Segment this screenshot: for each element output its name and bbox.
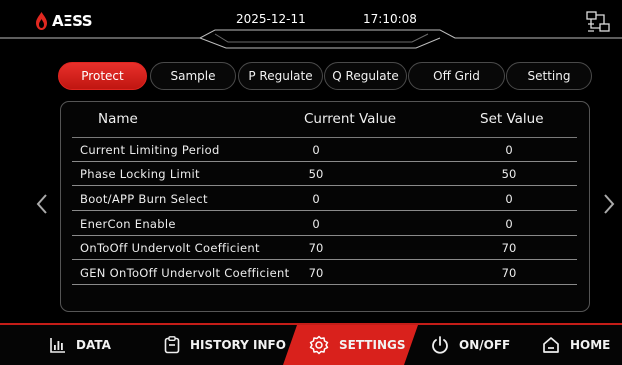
column-header-set-value: Set Value — [480, 111, 544, 127]
network-icon[interactable] — [586, 11, 610, 33]
row-set-value[interactable]: 50 — [479, 167, 539, 181]
table-row[interactable]: GEN OnToOff Undervolt Coefficient 70 70 — [72, 261, 577, 285]
tab-p-regulate[interactable]: P Regulate — [238, 62, 323, 90]
clipboard-icon — [164, 336, 180, 354]
chevron-right-icon[interactable] — [602, 192, 616, 216]
row-name: GEN OnToOff Undervolt Coefficient — [80, 266, 290, 280]
column-header-current-value: Current Value — [304, 111, 397, 127]
row-current-value: 0 — [312, 217, 320, 231]
tab-setting[interactable]: Setting — [506, 62, 592, 90]
row-current-value: 70 — [308, 266, 324, 280]
row-current-value: 50 — [308, 167, 324, 181]
nav-history-info[interactable]: HISTORY INFO — [164, 325, 286, 365]
home-icon — [543, 337, 559, 353]
table-row[interactable]: Boot/APP Burn Select 0 0 — [72, 187, 577, 211]
row-name: Boot/APP Burn Select — [80, 192, 208, 206]
nav-history-label: HISTORY INFO — [190, 338, 286, 352]
row-current-value: 70 — [308, 241, 324, 255]
nav-home-label: HOME — [570, 338, 611, 352]
row-name: Current Limiting Period — [80, 143, 220, 157]
power-icon — [432, 336, 448, 354]
nav-data[interactable]: DATA — [50, 325, 111, 365]
tab-bar: Protect Sample P Regulate Q Regulate Off… — [58, 62, 592, 92]
row-name: Phase Locking Limit — [80, 167, 200, 181]
row-set-value[interactable]: 0 — [479, 143, 539, 157]
nav-settings[interactable]: SETTINGS — [309, 325, 406, 365]
nav-home[interactable]: HOME — [542, 325, 610, 365]
table-row[interactable]: OnToOff Undervolt Coefficient 70 70 — [72, 236, 577, 260]
gear-icon — [309, 335, 329, 355]
header-decoration — [0, 29, 622, 49]
row-current-value: 0 — [312, 143, 320, 157]
tab-protect[interactable]: Protect — [58, 62, 147, 90]
chevron-left-icon[interactable] — [35, 192, 49, 216]
screen: AΞSS 2025-12-11 17:10:08 Protect Sample … — [0, 0, 622, 365]
row-set-value[interactable]: 0 — [479, 217, 539, 231]
bar-chart-icon — [50, 338, 65, 353]
tab-off-grid[interactable]: Off Grid — [408, 62, 505, 90]
table-row[interactable]: Current Limiting Period 0 0 — [72, 138, 577, 162]
tab-sample[interactable]: Sample — [150, 62, 236, 90]
table-row[interactable]: Phase Locking Limit 50 50 — [72, 162, 577, 186]
nav-on-off[interactable]: ON/OFF — [431, 325, 510, 365]
table-row[interactable]: EnerCon Enable 0 0 — [72, 212, 577, 236]
nav-settings-label: SETTINGS — [339, 338, 406, 352]
row-name: EnerCon Enable — [80, 217, 176, 231]
header-time: 17:10:08 — [363, 12, 417, 26]
row-set-value[interactable]: 70 — [479, 241, 539, 255]
column-header-name: Name — [98, 111, 138, 127]
row-set-value[interactable]: 70 — [479, 266, 539, 280]
tab-q-regulate[interactable]: Q Regulate — [324, 62, 407, 90]
header-date: 2025-12-11 — [236, 12, 306, 26]
row-name: OnToOff Undervolt Coefficient — [80, 241, 260, 255]
row-set-value[interactable]: 0 — [479, 192, 539, 206]
row-current-value: 0 — [312, 192, 320, 206]
nav-data-label: DATA — [76, 338, 111, 352]
nav-onoff-label: ON/OFF — [459, 338, 511, 352]
